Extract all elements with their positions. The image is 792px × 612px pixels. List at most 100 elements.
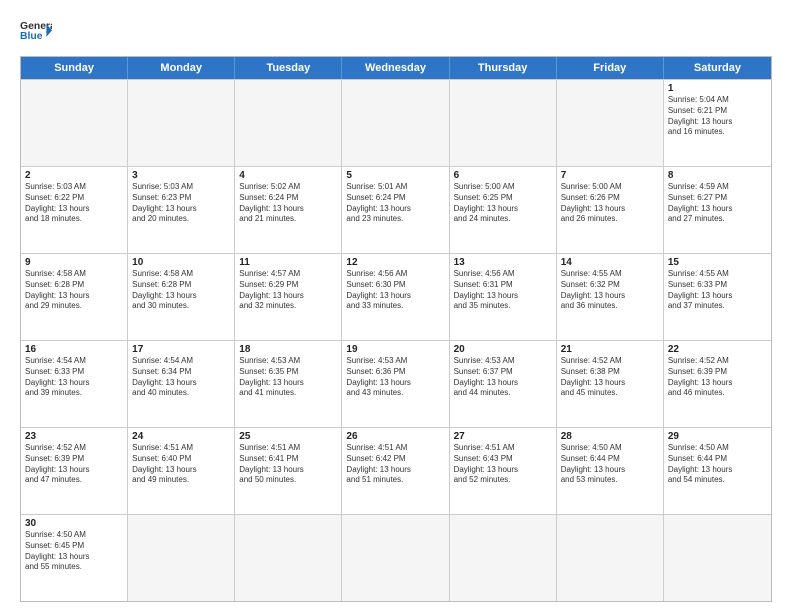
- day-info: Sunrise: 4:51 AMSunset: 6:40 PMDaylight:…: [132, 443, 230, 486]
- day-info: Sunrise: 4:52 AMSunset: 6:39 PMDaylight:…: [25, 443, 123, 486]
- calendar-empty-cell: [21, 80, 128, 166]
- day-info: Sunrise: 4:58 AMSunset: 6:28 PMDaylight:…: [25, 269, 123, 312]
- calendar-day-15: 15Sunrise: 4:55 AMSunset: 6:33 PMDayligh…: [664, 254, 771, 340]
- calendar-header: SundayMondayTuesdayWednesdayThursdayFrid…: [21, 57, 771, 79]
- calendar-empty-cell: [128, 80, 235, 166]
- day-number: 23: [25, 431, 123, 442]
- day-info: Sunrise: 4:52 AMSunset: 6:38 PMDaylight:…: [561, 356, 659, 399]
- day-info: Sunrise: 5:01 AMSunset: 6:24 PMDaylight:…: [346, 182, 444, 225]
- header-day-sunday: Sunday: [21, 57, 128, 79]
- day-info: Sunrise: 4:51 AMSunset: 6:43 PMDaylight:…: [454, 443, 552, 486]
- day-info: Sunrise: 4:56 AMSunset: 6:31 PMDaylight:…: [454, 269, 552, 312]
- day-info: Sunrise: 5:00 AMSunset: 6:26 PMDaylight:…: [561, 182, 659, 225]
- day-number: 7: [561, 170, 659, 181]
- day-number: 20: [454, 344, 552, 355]
- day-info: Sunrise: 4:51 AMSunset: 6:42 PMDaylight:…: [346, 443, 444, 486]
- day-number: 14: [561, 257, 659, 268]
- calendar-day-4: 4Sunrise: 5:02 AMSunset: 6:24 PMDaylight…: [235, 167, 342, 253]
- day-number: 22: [668, 344, 767, 355]
- calendar-day-2: 2Sunrise: 5:03 AMSunset: 6:22 PMDaylight…: [21, 167, 128, 253]
- day-info: Sunrise: 4:54 AMSunset: 6:33 PMDaylight:…: [25, 356, 123, 399]
- day-info: Sunrise: 4:53 AMSunset: 6:36 PMDaylight:…: [346, 356, 444, 399]
- day-number: 1: [668, 83, 767, 94]
- calendar-empty-cell: [235, 80, 342, 166]
- calendar-day-30: 30Sunrise: 4:50 AMSunset: 6:45 PMDayligh…: [21, 515, 128, 601]
- calendar-day-24: 24Sunrise: 4:51 AMSunset: 6:40 PMDayligh…: [128, 428, 235, 514]
- header-day-monday: Monday: [128, 57, 235, 79]
- calendar-day-20: 20Sunrise: 4:53 AMSunset: 6:37 PMDayligh…: [450, 341, 557, 427]
- calendar-day-10: 10Sunrise: 4:58 AMSunset: 6:28 PMDayligh…: [128, 254, 235, 340]
- calendar-row-3: 16Sunrise: 4:54 AMSunset: 6:33 PMDayligh…: [21, 340, 771, 427]
- day-info: Sunrise: 4:50 AMSunset: 6:44 PMDaylight:…: [668, 443, 767, 486]
- day-number: 8: [668, 170, 767, 181]
- header-day-wednesday: Wednesday: [342, 57, 449, 79]
- calendar-row-2: 9Sunrise: 4:58 AMSunset: 6:28 PMDaylight…: [21, 253, 771, 340]
- day-info: Sunrise: 4:51 AMSunset: 6:41 PMDaylight:…: [239, 443, 337, 486]
- day-info: Sunrise: 4:50 AMSunset: 6:45 PMDaylight:…: [25, 530, 123, 573]
- day-number: 27: [454, 431, 552, 442]
- day-number: 18: [239, 344, 337, 355]
- calendar-day-13: 13Sunrise: 4:56 AMSunset: 6:31 PMDayligh…: [450, 254, 557, 340]
- day-number: 13: [454, 257, 552, 268]
- day-number: 26: [346, 431, 444, 442]
- calendar-day-14: 14Sunrise: 4:55 AMSunset: 6:32 PMDayligh…: [557, 254, 664, 340]
- day-number: 6: [454, 170, 552, 181]
- calendar-day-8: 8Sunrise: 4:59 AMSunset: 6:27 PMDaylight…: [664, 167, 771, 253]
- calendar-day-19: 19Sunrise: 4:53 AMSunset: 6:36 PMDayligh…: [342, 341, 449, 427]
- calendar-empty-cell: [235, 515, 342, 601]
- calendar-empty-cell: [557, 80, 664, 166]
- calendar-row-5: 30Sunrise: 4:50 AMSunset: 6:45 PMDayligh…: [21, 514, 771, 601]
- day-info: Sunrise: 5:00 AMSunset: 6:25 PMDaylight:…: [454, 182, 552, 225]
- calendar-day-6: 6Sunrise: 5:00 AMSunset: 6:25 PMDaylight…: [450, 167, 557, 253]
- calendar-body: 1Sunrise: 5:04 AMSunset: 6:21 PMDaylight…: [21, 79, 771, 601]
- day-number: 21: [561, 344, 659, 355]
- day-number: 3: [132, 170, 230, 181]
- day-number: 9: [25, 257, 123, 268]
- calendar-day-26: 26Sunrise: 4:51 AMSunset: 6:42 PMDayligh…: [342, 428, 449, 514]
- day-number: 5: [346, 170, 444, 181]
- calendar-day-28: 28Sunrise: 4:50 AMSunset: 6:44 PMDayligh…: [557, 428, 664, 514]
- day-number: 30: [25, 518, 123, 529]
- day-info: Sunrise: 4:53 AMSunset: 6:37 PMDaylight:…: [454, 356, 552, 399]
- calendar-row-1: 2Sunrise: 5:03 AMSunset: 6:22 PMDaylight…: [21, 166, 771, 253]
- day-number: 2: [25, 170, 123, 181]
- calendar-empty-cell: [664, 515, 771, 601]
- calendar-empty-cell: [557, 515, 664, 601]
- calendar-day-3: 3Sunrise: 5:03 AMSunset: 6:23 PMDaylight…: [128, 167, 235, 253]
- calendar-empty-cell: [450, 80, 557, 166]
- calendar-empty-cell: [128, 515, 235, 601]
- calendar-empty-cell: [342, 80, 449, 166]
- calendar-day-16: 16Sunrise: 4:54 AMSunset: 6:33 PMDayligh…: [21, 341, 128, 427]
- calendar-empty-cell: [450, 515, 557, 601]
- day-number: 10: [132, 257, 230, 268]
- day-info: Sunrise: 4:54 AMSunset: 6:34 PMDaylight:…: [132, 356, 230, 399]
- calendar-day-22: 22Sunrise: 4:52 AMSunset: 6:39 PMDayligh…: [664, 341, 771, 427]
- header-day-tuesday: Tuesday: [235, 57, 342, 79]
- calendar-day-21: 21Sunrise: 4:52 AMSunset: 6:38 PMDayligh…: [557, 341, 664, 427]
- header-day-thursday: Thursday: [450, 57, 557, 79]
- day-number: 29: [668, 431, 767, 442]
- day-info: Sunrise: 4:59 AMSunset: 6:27 PMDaylight:…: [668, 182, 767, 225]
- calendar-day-18: 18Sunrise: 4:53 AMSunset: 6:35 PMDayligh…: [235, 341, 342, 427]
- calendar-day-12: 12Sunrise: 4:56 AMSunset: 6:30 PMDayligh…: [342, 254, 449, 340]
- day-info: Sunrise: 5:02 AMSunset: 6:24 PMDaylight:…: [239, 182, 337, 225]
- calendar-day-25: 25Sunrise: 4:51 AMSunset: 6:41 PMDayligh…: [235, 428, 342, 514]
- calendar-day-29: 29Sunrise: 4:50 AMSunset: 6:44 PMDayligh…: [664, 428, 771, 514]
- day-info: Sunrise: 5:04 AMSunset: 6:21 PMDaylight:…: [668, 95, 767, 138]
- day-info: Sunrise: 4:56 AMSunset: 6:30 PMDaylight:…: [346, 269, 444, 312]
- calendar-day-5: 5Sunrise: 5:01 AMSunset: 6:24 PMDaylight…: [342, 167, 449, 253]
- day-number: 15: [668, 257, 767, 268]
- day-info: Sunrise: 4:57 AMSunset: 6:29 PMDaylight:…: [239, 269, 337, 312]
- calendar-day-11: 11Sunrise: 4:57 AMSunset: 6:29 PMDayligh…: [235, 254, 342, 340]
- day-info: Sunrise: 4:52 AMSunset: 6:39 PMDaylight:…: [668, 356, 767, 399]
- day-number: 24: [132, 431, 230, 442]
- day-number: 16: [25, 344, 123, 355]
- header-day-saturday: Saturday: [664, 57, 771, 79]
- day-number: 11: [239, 257, 337, 268]
- calendar-day-27: 27Sunrise: 4:51 AMSunset: 6:43 PMDayligh…: [450, 428, 557, 514]
- calendar-row-4: 23Sunrise: 4:52 AMSunset: 6:39 PMDayligh…: [21, 427, 771, 514]
- day-info: Sunrise: 5:03 AMSunset: 6:23 PMDaylight:…: [132, 182, 230, 225]
- calendar-day-23: 23Sunrise: 4:52 AMSunset: 6:39 PMDayligh…: [21, 428, 128, 514]
- day-number: 19: [346, 344, 444, 355]
- calendar-day-17: 17Sunrise: 4:54 AMSunset: 6:34 PMDayligh…: [128, 341, 235, 427]
